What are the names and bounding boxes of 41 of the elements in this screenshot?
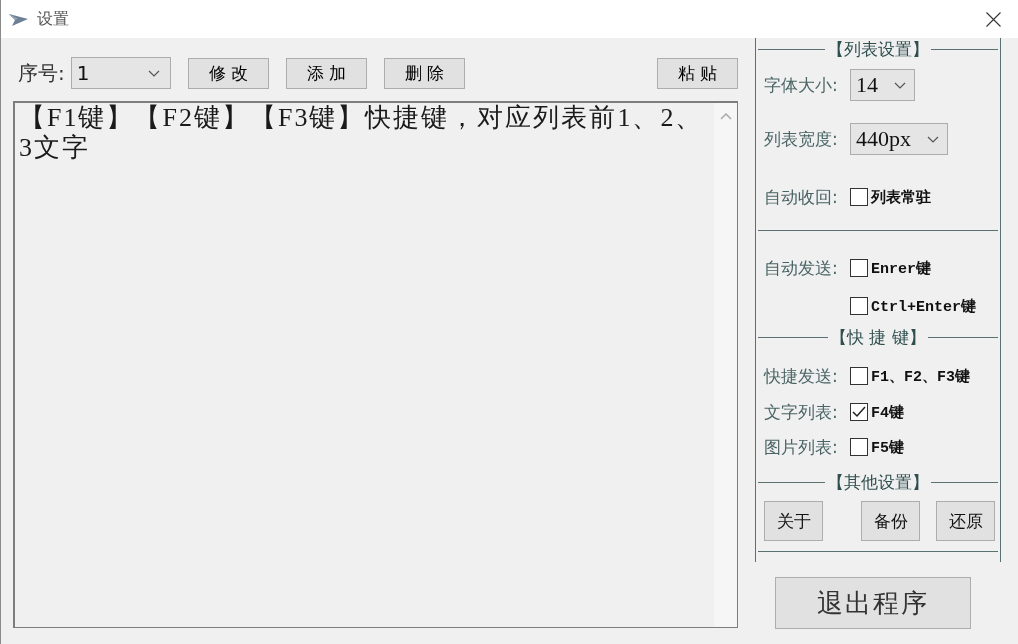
checkbox[interactable] — [850, 259, 868, 277]
section-title: 【快 捷 键】 — [830, 325, 926, 349]
exit-button[interactable]: 退出程序 — [775, 577, 971, 629]
checkbox-label: F1、F2、F3键 — [871, 367, 970, 386]
section-title: 【其他设置】 — [827, 470, 929, 494]
chevron-down-icon — [894, 81, 906, 89]
checkbox-label: Enrer键 — [871, 259, 931, 278]
paper-plane-icon — [9, 11, 28, 27]
setting-label: 列表宽度: — [764, 127, 839, 151]
checkbox-label: F4键 — [871, 403, 904, 422]
action-button[interactable]: 添 加 — [285, 57, 367, 89]
setting-label: 快捷发送: — [764, 364, 839, 388]
checkbox[interactable] — [850, 297, 868, 315]
settings-button[interactable]: 还原 — [936, 501, 995, 541]
close-icon[interactable] — [986, 11, 1001, 27]
checkbox[interactable] — [850, 188, 868, 206]
index-select[interactable]: 1 — [70, 57, 171, 89]
dropdown[interactable]: 440px — [850, 123, 948, 155]
setting-label: 文字列表: — [764, 400, 839, 424]
dropdown[interactable]: 14 — [850, 69, 915, 101]
paste-button[interactable]: 粘 贴 — [657, 57, 738, 89]
chevron-down-icon — [927, 135, 939, 143]
action-button[interactable]: 删 除 — [383, 57, 465, 89]
setting-label: 图片列表: — [764, 435, 839, 459]
checkbox[interactable] — [850, 367, 868, 385]
checkbox-label: Ctrl+Enter键 — [871, 297, 976, 316]
action-button[interactable]: 修 改 — [187, 57, 269, 89]
checkbox[interactable] — [850, 438, 868, 456]
checkbox[interactable] — [850, 403, 868, 421]
index-label: 序号: — [18, 59, 65, 87]
text-area[interactable]: 【F1键】【F2键】【F3键】快捷键，对应列表前1、2、3文字 — [13, 101, 738, 628]
setting-label: 自动收回: — [764, 185, 839, 209]
setting-label: 字体大小: — [764, 73, 839, 97]
settings-button[interactable]: 备份 — [861, 501, 920, 541]
checkbox-label: F5键 — [871, 438, 904, 457]
settings-button[interactable]: 关于 — [764, 501, 823, 541]
checkbox-label: 列表常驻 — [871, 188, 931, 207]
chevron-down-icon — [147, 69, 160, 77]
setting-label: 自动发送: — [764, 256, 839, 280]
section-title: 【列表设置】 — [827, 37, 929, 61]
window-title: 设置 — [37, 8, 69, 30]
